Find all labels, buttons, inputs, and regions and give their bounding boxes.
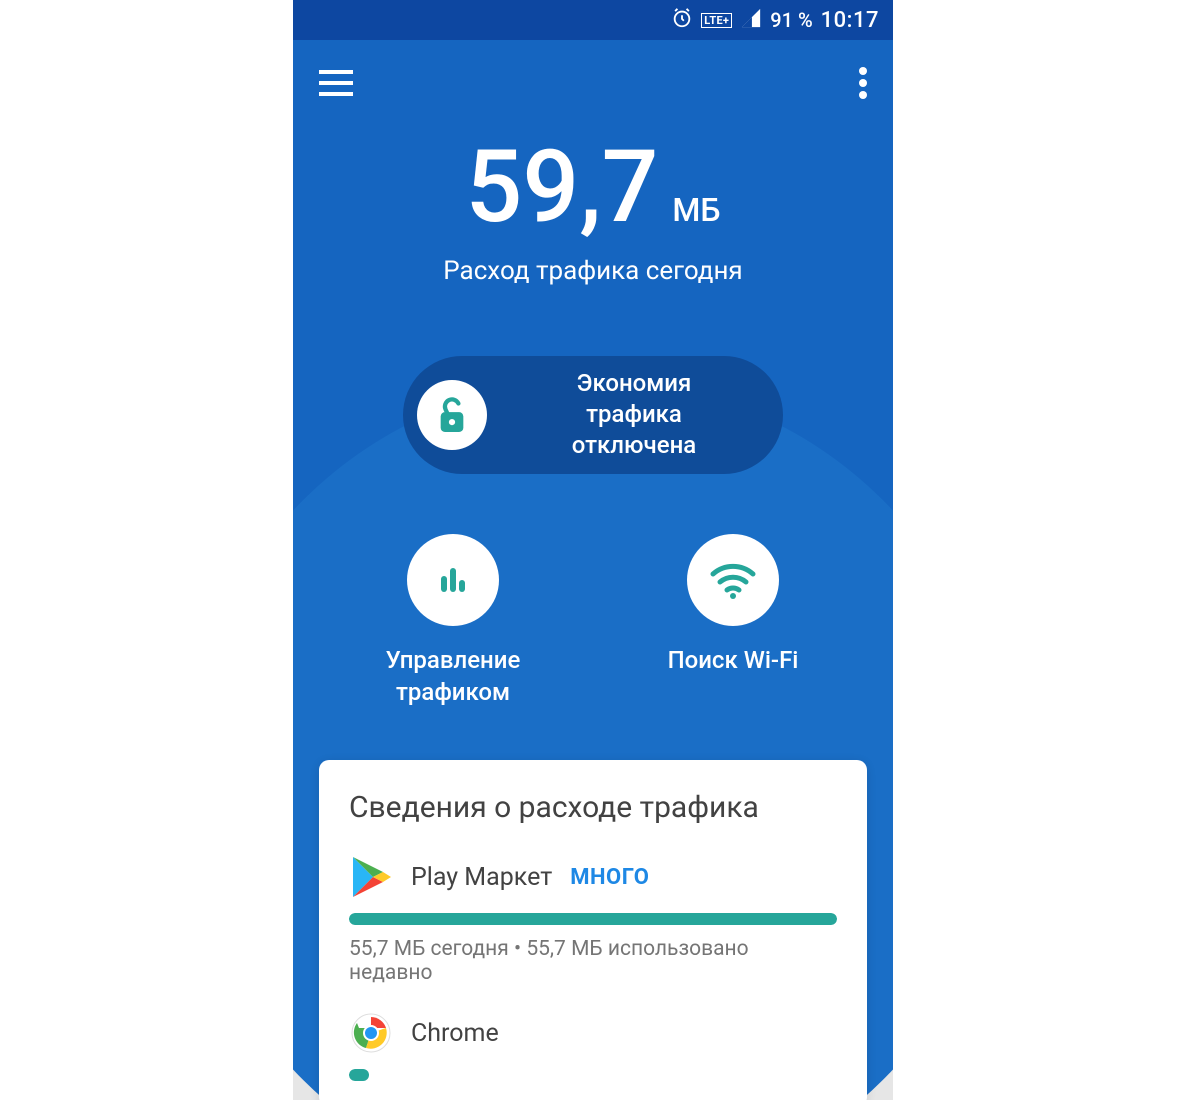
app-row[interactable]: Chrome	[349, 1011, 837, 1081]
hamburger-icon[interactable]	[319, 70, 353, 100]
find-wifi-button[interactable]: Поиск Wi-Fi	[618, 534, 848, 709]
usage-summary: 59,7 МБ Расход трафика сегодня	[293, 138, 893, 286]
unlock-icon	[417, 380, 487, 450]
usage-unit: МБ	[672, 191, 720, 229]
data-saver-label: Экономия трафика отключена	[509, 368, 759, 462]
app-subtext: 55,7 МБ сегодня • 55,7 МБ использовано н…	[349, 937, 837, 985]
app-row[interactable]: Play Маркет много 55,7 МБ сегодня • 55,7…	[349, 855, 837, 985]
more-icon[interactable]	[859, 67, 867, 103]
status-icons: LTE+ 91 % 10:17	[671, 7, 879, 34]
top-panel: 59,7 МБ Расход трафика сегодня Экономия …	[293, 40, 893, 768]
app-bar	[293, 40, 893, 130]
find-wifi-label: Поиск Wi-Fi	[618, 644, 848, 676]
manage-traffic-button[interactable]: Управление трафиком	[338, 534, 568, 709]
manage-traffic-label: Управление трафиком	[338, 644, 568, 709]
actions-row: Управление трафиком Поиск Wi-Fi	[293, 534, 893, 709]
usage-caption: Расход трафика сегодня	[293, 256, 893, 286]
status-bar: LTE+ 91 % 10:17	[293, 0, 893, 40]
signal-icon	[740, 7, 762, 34]
usage-bar-fill	[349, 1069, 369, 1081]
wifi-icon	[687, 534, 779, 626]
lte-indicator: LTE+	[701, 13, 732, 28]
usage-badge: много	[570, 865, 649, 890]
data-saver-toggle[interactable]: Экономия трафика отключена	[403, 356, 783, 474]
usage-bar	[349, 1069, 837, 1081]
card-title: Сведения о расходе трафика	[349, 790, 837, 825]
usage-details-card: Сведения о расходе трафика Play Маркет м…	[319, 760, 867, 1100]
bars-icon	[407, 534, 499, 626]
usage-bar-fill	[349, 913, 837, 925]
battery-text: 91 %	[770, 8, 812, 32]
usage-bar	[349, 913, 837, 925]
clock-text: 10:17	[821, 8, 879, 33]
phone-frame: LTE+ 91 % 10:17	[293, 0, 893, 1100]
play-store-icon	[349, 855, 393, 899]
alarm-icon	[671, 7, 693, 34]
chrome-icon	[349, 1011, 393, 1055]
usage-value: 59,7	[466, 138, 659, 238]
app-name: Play Маркет	[411, 863, 552, 892]
app-name: Chrome	[411, 1019, 499, 1048]
